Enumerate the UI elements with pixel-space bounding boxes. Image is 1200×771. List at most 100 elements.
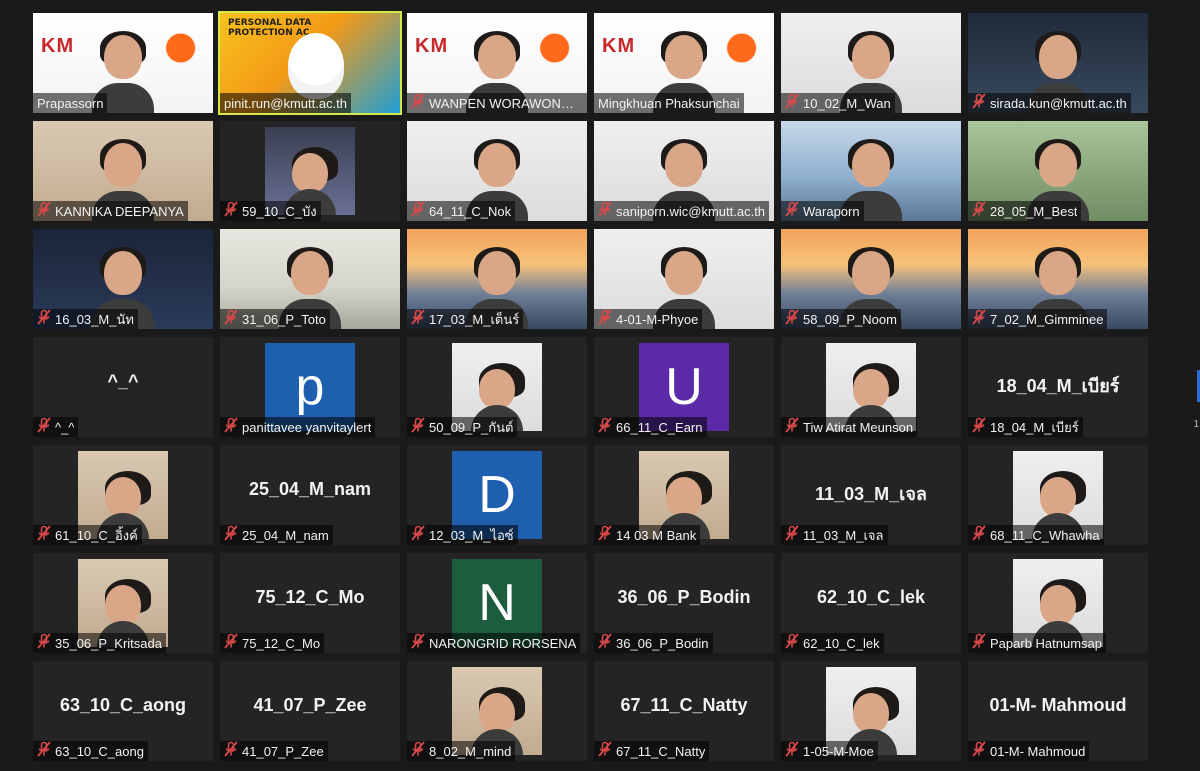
participant-tile[interactable]: 31_06_P_Toto [220, 229, 400, 329]
participant-tile[interactable]: 4-01-M-Phyoe [594, 229, 774, 329]
muted-microphone-icon [972, 93, 990, 113]
participant-name: 61_10_C_อิ้งค์ [55, 527, 138, 543]
participant-tile[interactable]: p panittavee yanvitaylert [220, 337, 400, 437]
participant-tile[interactable]: 7_02_M_Gimminee [968, 229, 1148, 329]
muted-microphone-icon [37, 633, 55, 653]
muted-microphone-icon [598, 201, 616, 221]
participant-name: Waraporn [803, 203, 860, 219]
participant-name-label: 8_02_M_mind [407, 741, 516, 761]
participant-name-label: 17_03_M_เต็นร์ [407, 309, 524, 329]
muted-microphone-icon [411, 309, 429, 329]
participant-tile[interactable]: saniporn.wic@kmutt.ac.th [594, 121, 774, 221]
participant-name: WANPEN WORAWONGPONGSA [429, 95, 583, 111]
participant-display-name-large: ^_^ [107, 371, 139, 391]
participant-tile[interactable]: 11_03_M_เจล 11_03_M_เจล [781, 445, 961, 545]
participant-tile[interactable]: 14 03 M Bank [594, 445, 774, 545]
participant-tile[interactable]: 59_10_C_บัง [220, 121, 400, 221]
participant-tile[interactable]: U 66_11_C_Earn [594, 337, 774, 437]
participant-name-label: 64_11_C_Nok [407, 201, 516, 221]
participant-tile[interactable]: ^_^ ^_^ [33, 337, 213, 437]
participant-tile[interactable]: 67_11_C_Natty 67_11_C_Natty [594, 661, 774, 761]
participant-tile[interactable]: PERSONAL DATA PROTECTION AC pinit.run@kmu… [218, 11, 402, 115]
participant-name-label: 62_10_C_lek [781, 633, 884, 653]
participant-display-name-large: 63_10_C_aong [59, 695, 187, 715]
participant-name-label: 61_10_C_อิ้งค์ [33, 525, 142, 545]
participant-name-label: 75_12_C_Mo [220, 633, 325, 653]
participant-name: 41_07_P_Zee [242, 743, 324, 759]
muted-microphone-icon [972, 309, 990, 329]
participant-tile[interactable]: 41_07_P_Zee 41_07_P_Zee [220, 661, 400, 761]
participant-name: 58_09_P_Noom [803, 311, 897, 327]
participant-tile[interactable]: 36_06_P_Bodin 36_06_P_Bodin [594, 553, 774, 653]
participant-tile[interactable]: 28_05_M_Best [968, 121, 1148, 221]
participant-tile[interactable]: 63_10_C_aong 63_10_C_aong [33, 661, 213, 761]
participant-name-label: 28_05_M_Best [968, 201, 1082, 221]
participant-tile[interactable]: KM WANPEN WORAWONGPONGSA [407, 13, 587, 113]
participant-name: 11_03_M_เจล [803, 527, 884, 543]
participant-tile[interactable]: Paparb Hatnumsap [968, 553, 1148, 653]
participant-name: 1-05-M-Moe [803, 743, 874, 759]
participant-tile[interactable]: 10_02_M_Wan [781, 13, 961, 113]
participant-tile[interactable]: 75_12_C_Mo 75_12_C_Mo [220, 553, 400, 653]
participant-display-name-large: 25_04_M_nam [248, 479, 372, 499]
participant-name: pinit.run@kmutt.ac.th [224, 95, 348, 111]
participant-tile[interactable]: KM Prapassorn [33, 13, 213, 113]
participant-tile[interactable]: 18_04_M_เบียร์ 18_04_M_เบียร์ [968, 337, 1148, 437]
muted-microphone-icon [972, 201, 990, 221]
participant-tile[interactable]: 01-M- Mahmoud 01-M- Mahmoud [968, 661, 1148, 761]
participant-name: 25_04_M_nam [242, 527, 329, 543]
participant-tile[interactable]: 1-05-M-Moe [781, 661, 961, 761]
participant-name-label: Paparb Hatnumsap [968, 633, 1107, 653]
participant-name-label: 50_09_P_กันต์ [407, 417, 518, 437]
participant-tile[interactable]: 17_03_M_เต็นร์ [407, 229, 587, 329]
participant-tile[interactable]: D 12_03_M_ไอซ์ [407, 445, 587, 545]
participant-name: sirada.kun@kmutt.ac.th [990, 95, 1127, 111]
participant-name: panittavee yanvitaylert [242, 419, 372, 435]
participant-name-label: 67_11_C_Natty [594, 741, 710, 761]
participant-tile[interactable]: 58_09_P_Noom [781, 229, 961, 329]
participant-name-label: 14 03 M Bank [594, 525, 701, 545]
participant-tile[interactable]: 16_03_M_นัท [33, 229, 213, 329]
muted-microphone-icon [785, 633, 803, 653]
participant-name: 31_06_P_Toto [242, 311, 326, 327]
muted-microphone-icon [37, 417, 55, 437]
participant-display-name-large: 18_04_M_เบียร์ [996, 376, 1120, 396]
participant-tile[interactable]: KM Mingkhuan Phaksunchai [594, 13, 774, 113]
participant-tile[interactable]: sirada.kun@kmutt.ac.th [968, 13, 1148, 113]
participant-tile[interactable]: 35_06_P_Kritsada [33, 553, 213, 653]
participant-name: 50_09_P_กันต์ [429, 419, 514, 435]
participant-tile[interactable]: 62_10_C_lek 62_10_C_lek [781, 553, 961, 653]
participant-tile[interactable]: 68_11_C_Whawha [968, 445, 1148, 545]
participant-tile[interactable]: 61_10_C_อิ้งค์ [33, 445, 213, 545]
participant-tile[interactable]: 64_11_C_Nok [407, 121, 587, 221]
participant-name: Tiw Atirat Meunson [803, 419, 914, 435]
participant-tile[interactable]: KANNIKA DEEPANYA [33, 121, 213, 221]
muted-microphone-icon [224, 741, 242, 761]
participant-tile[interactable]: 50_09_P_กันต์ [407, 337, 587, 437]
participant-display-name-large: 67_11_C_Natty [620, 695, 748, 715]
participant-name: 18_04_M_เบียร์ [990, 419, 1079, 435]
muted-microphone-icon [598, 309, 616, 329]
participant-tile[interactable]: 25_04_M_nam 25_04_M_nam [220, 445, 400, 545]
muted-microphone-icon [785, 525, 803, 545]
participant-name: Prapassorn [37, 95, 104, 111]
participant-tile[interactable]: Waraporn [781, 121, 961, 221]
muted-microphone-icon [598, 525, 616, 545]
participant-name-label: 10_02_M_Wan [781, 93, 895, 113]
muted-microphone-icon [598, 633, 616, 653]
participant-name: 4-01-M-Phyoe [616, 311, 699, 327]
participant-name: ^_^ [55, 419, 75, 435]
participant-name-label: 59_10_C_บัง [220, 201, 321, 221]
participant-name-label: Prapassorn [33, 93, 108, 113]
participant-name-label: saniporn.wic@kmutt.ac.th [594, 201, 770, 221]
participant-name-label: 11_03_M_เจล [781, 525, 888, 545]
participant-tile[interactable]: N NARONGRID RORSENA [407, 553, 587, 653]
participant-name-label: 36_06_P_Bodin [594, 633, 713, 653]
participant-tile[interactable]: Tiw Atirat Meunson [781, 337, 961, 437]
participant-display-name-large: 75_12_C_Mo [255, 587, 365, 607]
participant-name-label: WANPEN WORAWONGPONGSA [407, 93, 587, 113]
muted-microphone-icon [411, 417, 429, 437]
participant-name-label: KANNIKA DEEPANYA [33, 201, 188, 221]
participant-name-label: Waraporn [781, 201, 864, 221]
participant-tile[interactable]: 8_02_M_mind [407, 661, 587, 761]
